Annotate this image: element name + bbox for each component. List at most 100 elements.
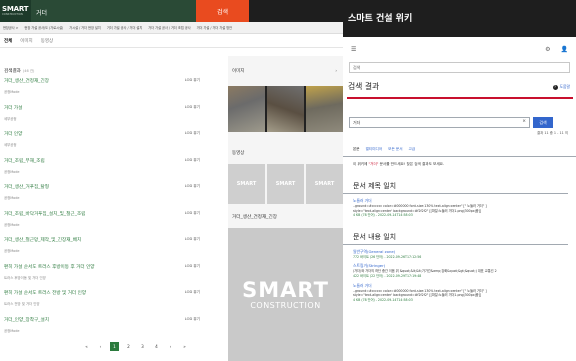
result-lod-link[interactable]: LOD 뷰기 (185, 237, 200, 242)
video-caption[interactable]: 거더_생산_건정재_긴장 (232, 214, 277, 220)
list-item[interactable]: 거더_생산_철근망_제작_및_긴장재_배치 공정Mode LOD 뷰기 (0, 237, 226, 264)
list-item[interactable]: 거더_조립_부재_조립 공정Mode LOD 뷰기 (0, 158, 226, 185)
list-item[interactable]: 거더_생산_거푸집_탈형 공정Mode LOD 뷰기 (0, 184, 226, 211)
tab-all[interactable]: 전체 (4, 38, 12, 44)
video-thumbnail[interactable]: SMART (228, 164, 265, 204)
portal-search-button[interactable]: 검색 (196, 0, 249, 22)
page-4-button[interactable]: 4 (152, 342, 161, 351)
search-hit: 노들러 거더 ..ground=#cccccc color=#000000 fo… (343, 198, 576, 218)
search-hit: 일반구역(General zone) 772 바이트 (26 단어) - 202… (343, 249, 576, 260)
query-input[interactable]: 거더 × (349, 117, 530, 128)
portal-search-input[interactable]: 거더 (31, 0, 196, 22)
hit-meta: 4 KB (78 단어) - 2022-09-14T14:58:03 (353, 297, 413, 302)
wiki-pane: 스마트 건설 위키 ☰ ⚙ 👤 검색 검색 결과 ? 도움말 거더 × 검색 결… (343, 0, 576, 361)
hit-meta: 422 바이트 (22 단어) - 2022-09-29T17:19:48 (353, 273, 422, 278)
section-content-matches: 문서 내용 일치 (343, 232, 568, 245)
result-lod-link[interactable]: LOD 뷰기 (185, 184, 200, 189)
result-meta: 세부공정 (4, 116, 17, 121)
breadcrumb-item[interactable]: 거더 가설 공사 / 거더 조립 공사 (148, 25, 190, 30)
notice-suffix: 문서를 만드세요! 찾은 검색 결과도 보세요. (378, 162, 445, 166)
page-1-button[interactable]: 1 (110, 342, 119, 351)
result-lod-link[interactable]: LOD 뷰기 (185, 158, 200, 163)
image-thumbnail[interactable] (228, 86, 265, 132)
list-item[interactable]: 편히 가설 순서도 트러스 후방이동 후 거더 인양 트러스 후방이동 및 거더… (0, 264, 226, 291)
query-value: 거더 (353, 120, 361, 125)
image-thumbnail[interactable] (306, 86, 343, 132)
user-icon[interactable]: 👤 (561, 46, 568, 53)
search-hit: 스트링거(Stringer) (거더)와 거더의 하단 중간 이음 위 &quo… (343, 263, 576, 278)
page-3-button[interactable]: 3 (138, 342, 147, 351)
query-row: 거더 × 검색 (349, 117, 576, 128)
result-lod-link[interactable]: LOD 뷰기 (185, 317, 200, 322)
menu-icon[interactable]: ☰ (351, 46, 356, 53)
toolbar-icons: ⚙ 👤 (545, 46, 568, 53)
result-lod-link[interactable]: LOD 뷰기 (185, 290, 200, 295)
result-lod-link[interactable]: LOD 뷰기 (185, 105, 200, 110)
page-first-button[interactable]: « (82, 342, 91, 351)
tab-all-pages[interactable]: 모든 문서 (388, 147, 402, 152)
page-title-text: 검색 결과 (348, 82, 380, 91)
video-section-title: 동영상 (232, 151, 245, 156)
wiki-title[interactable]: 스마트 건설 위키 (343, 0, 576, 37)
video-thumbnail[interactable]: SMART (306, 164, 343, 204)
clear-icon[interactable]: × (522, 119, 526, 124)
wiki-toolbar: ☰ ⚙ 👤 (343, 37, 576, 62)
list-item[interactable]: 거더_조립_바닥거푸집_설치_및_철근_조립 공정Mode LOD 뷰기 (0, 211, 226, 238)
breadcrumb-item[interactable]: 거더 가설 공사 / 거더 설치 (107, 25, 142, 30)
breadcrumb-item[interactable]: 가시설 / 거더 현장 설치 (69, 25, 101, 30)
portal-logo[interactable]: SMART CONSTRUCTION (0, 0, 31, 22)
breadcrumb-item[interactable]: 현장공사 > (3, 25, 18, 30)
result-meta: 공정Mode (4, 169, 20, 174)
section-title-matches: 문서 제목 일치 (343, 181, 568, 194)
result-count: 결과 11 중 1 - 11 의 (537, 131, 568, 135)
tab-multimedia[interactable]: 멀티미디어 (366, 147, 383, 152)
list-item[interactable]: 편히 가설 순서도 트러스 전방 및 거더 인양 트러스 전방 및 거더 인양 … (0, 290, 226, 317)
hit-meta: 772 바이트 (26 단어) - 2022-09-26T17:12:56 (353, 254, 422, 259)
page-2-button[interactable]: 2 (124, 342, 133, 351)
portal-header: SMART CONSTRUCTION 거더 검색 (0, 0, 343, 22)
breadcrumb-item[interactable]: 현장 가설 공사/도 (가로시설) (24, 25, 63, 30)
video-thumbnail[interactable]: SMART (267, 164, 304, 204)
result-lod-link[interactable]: LOD 뷰기 (185, 131, 200, 136)
page-last-button[interactable]: » (180, 342, 189, 351)
results-heading: 검색결과 (46 건) (0, 56, 226, 78)
breadcrumb-item[interactable]: 거더 가설 / 거더 가설 방안 (197, 25, 232, 30)
notice-term-link[interactable]: "거더" (369, 162, 379, 166)
gear-icon[interactable]: ⚙ (545, 46, 550, 53)
help-link[interactable]: ? 도움말 (552, 84, 570, 90)
list-item[interactable]: 거더_생산_건정재_긴장 공정Mode LOD 뷰기 (0, 78, 226, 105)
tab-content[interactable]: 본문 (353, 147, 360, 152)
results-list: 검색결과 (46 건) 거더_생산_건정재_긴장 공정Mode LOD 뷰기 거더… (0, 56, 226, 343)
result-lod-link[interactable]: LOD 뷰기 (185, 264, 200, 269)
preview-logo: SMART (242, 278, 329, 302)
video-preview[interactable]: SMART CONSTRUCTION (228, 228, 343, 361)
results-count: (46 건) (22, 69, 35, 73)
image-thumbnail[interactable] (267, 86, 304, 132)
header-spacer (249, 0, 343, 22)
breadcrumb: 현장공사 > 현장 가설 공사/도 (가로시설) 가시설 / 거더 현장 설치 … (0, 22, 343, 34)
result-meta: 세부공정 (4, 143, 17, 147)
help-icon: ? (552, 84, 558, 90)
tab-advanced[interactable]: 고급 (409, 147, 416, 152)
search-hit: 노들러 거더 ..ground=#cccccc color=#000000 fo… (343, 283, 576, 303)
page-next-button[interactable]: › (166, 342, 175, 351)
result-meta: 공정Mode (4, 249, 20, 253)
wiki-search-input[interactable]: 검색 (349, 62, 570, 73)
result-lod-link[interactable]: LOD 뷰기 (185, 78, 200, 83)
page-prev-button[interactable]: ‹ (96, 342, 105, 351)
logo-main: SMART (2, 5, 29, 13)
search-button[interactable]: 검색 (533, 117, 553, 128)
tab-videos[interactable]: 동영상 (41, 38, 53, 44)
tab-images[interactable]: 이미지 (20, 38, 32, 44)
image-more-link[interactable]: › (335, 68, 337, 73)
result-meta: 공정Mode (4, 328, 20, 333)
list-item[interactable]: 거더_인양_장착구_설치 공정Mode LOD 뷰기 (0, 317, 226, 344)
media-sidebar: 이미지 › 동영상 SMART SMART SMART 거더_생산_건정재_긴장… (228, 56, 343, 361)
result-lod-link[interactable]: LOD 뷰기 (185, 211, 200, 216)
image-section-title: 이미지 › (228, 56, 343, 80)
result-meta: 공정Mode (4, 196, 20, 200)
result-meta: 공정Mode (4, 222, 20, 227)
page-title: 검색 결과 ? 도움말 (343, 81, 576, 95)
list-item[interactable]: 거더 가설 세부공정 LOD 뷰기 (0, 105, 226, 132)
list-item[interactable]: 거더 인양 세부공정 LOD 뷰기 (0, 131, 226, 158)
